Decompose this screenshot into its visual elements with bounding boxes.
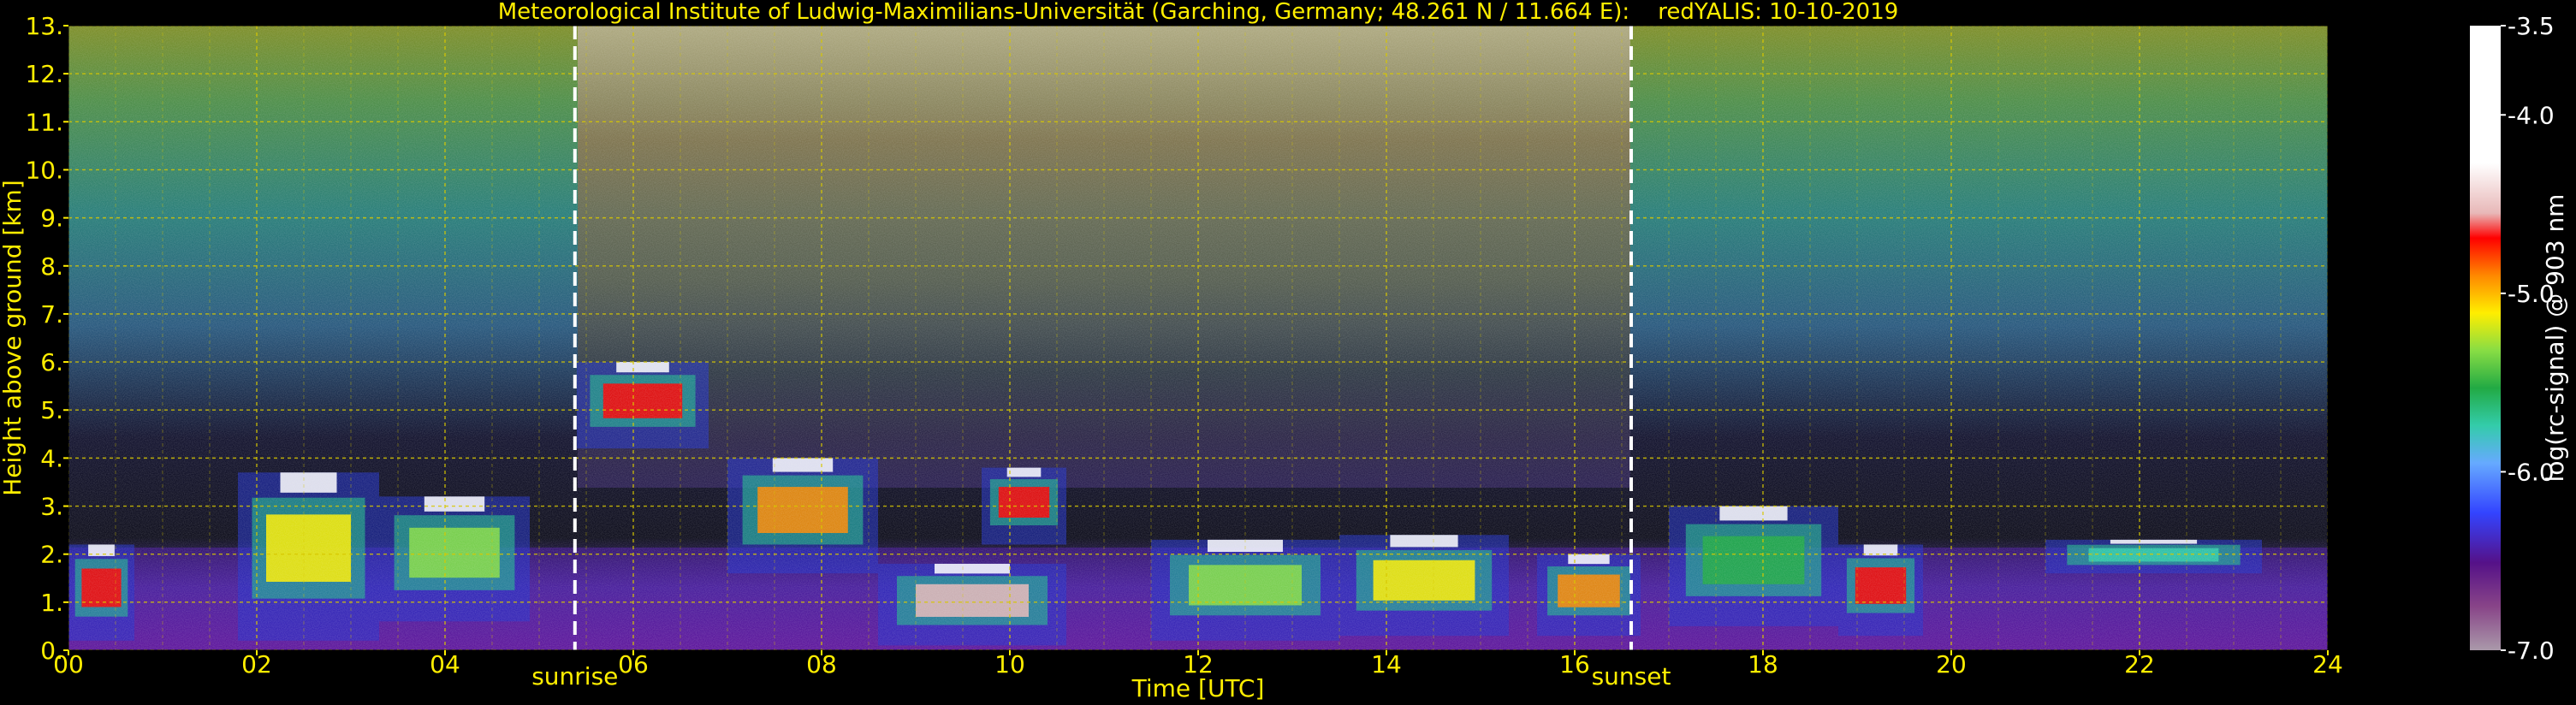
y-tick-label: 6. bbox=[40, 348, 63, 376]
y-tick-label: 13. bbox=[25, 12, 63, 40]
y-tick-label: 7. bbox=[40, 300, 63, 329]
y-tick-label: 0. bbox=[40, 637, 63, 665]
x-tick-label: 08 bbox=[806, 650, 837, 678]
x-tick-label: 10 bbox=[994, 650, 1025, 678]
y-tick-label: 9. bbox=[40, 204, 63, 233]
colorbar-label: log(rc-signal) @ 903 nm bbox=[2541, 194, 2569, 483]
lidar-chart: sunrise sunset00 02 04 06 08 10 12 14 16 18 20 22 240… bbox=[0, 0, 2569, 702]
colorbar-tick-label: -3.5 bbox=[2508, 12, 2555, 40]
colorbar-tick-label: -7.0 bbox=[2508, 637, 2555, 665]
y-tick-label: 3. bbox=[40, 493, 63, 521]
x-tick-label: 06 bbox=[618, 650, 649, 678]
y-tick-label: 5. bbox=[40, 396, 63, 424]
x-tick-label: 02 bbox=[241, 650, 272, 678]
marker-label-sunrise: sunrise bbox=[531, 662, 618, 690]
signal-noise bbox=[68, 26, 2328, 650]
marker-label-sunset: sunset bbox=[1592, 662, 1671, 690]
x-tick-label: 18 bbox=[1748, 650, 1778, 678]
x-tick-label: 20 bbox=[1936, 650, 1967, 678]
x-tick-label: 16 bbox=[1559, 650, 1590, 678]
y-tick-label: 10. bbox=[25, 156, 63, 184]
y-tick-label: 2. bbox=[40, 541, 63, 569]
x-tick-label: 24 bbox=[2312, 650, 2343, 678]
y-tick-label: 4. bbox=[40, 444, 63, 472]
x-tick-label: 04 bbox=[430, 650, 460, 678]
y-tick-label: 12. bbox=[25, 60, 63, 88]
y-tick-label: 1. bbox=[40, 589, 63, 617]
y-tick-label: 11. bbox=[25, 108, 63, 136]
chart-title: Meteorological Institute of Ludwig-Maxim… bbox=[498, 0, 1899, 25]
x-tick-label: 14 bbox=[1371, 650, 1402, 678]
y-axis-label: Height above ground [km] bbox=[0, 180, 27, 496]
x-tick-label: 22 bbox=[2124, 650, 2155, 678]
x-axis-label: Time [UTC] bbox=[1131, 674, 1265, 702]
colorbar bbox=[2470, 26, 2501, 650]
y-tick-label: 8. bbox=[40, 252, 63, 281]
colorbar-tick-label: -4.0 bbox=[2508, 101, 2555, 129]
